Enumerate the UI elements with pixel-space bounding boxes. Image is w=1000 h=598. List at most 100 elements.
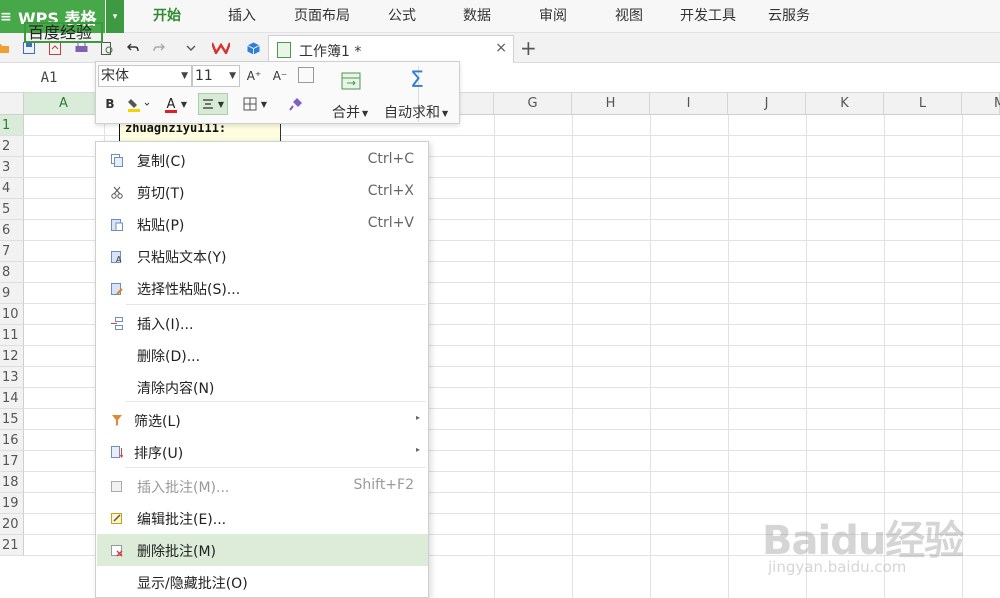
column-header[interactable]: M — [962, 93, 1000, 115]
tab-page-layout[interactable]: 页面布局 — [290, 0, 354, 33]
customize-icon[interactable] — [184, 41, 198, 55]
wps-logo-icon[interactable] — [212, 41, 230, 55]
save-icon[interactable] — [22, 41, 36, 55]
tab-cloud[interactable]: 云服务 — [765, 0, 813, 33]
menu-item[interactable]: 删除批注(M) — [97, 534, 428, 566]
column-header[interactable]: K — [806, 93, 884, 115]
paste-text-icon: A — [110, 249, 124, 263]
row-header[interactable]: 5 — [0, 199, 24, 220]
menu-item[interactable]: 复制(C) Ctrl+C — [97, 144, 428, 176]
row-header[interactable]: 3 — [0, 157, 24, 178]
cube-icon[interactable] — [246, 41, 260, 55]
cell-a1[interactable]: 百度经验 — [24, 22, 103, 43]
font-color-button[interactable]: A ▼ — [162, 93, 190, 115]
menu-item[interactable]: 筛选(L) ▸ — [97, 404, 428, 436]
shrink-font-button[interactable]: A⁻ — [270, 65, 290, 87]
row-header[interactable]: 6 — [0, 220, 24, 241]
document-tab[interactable]: 工作簿1 * × — [268, 35, 514, 63]
row-header[interactable]: 11 — [0, 325, 24, 346]
row-header[interactable]: 4 — [0, 178, 24, 199]
spreadsheet-icon — [277, 42, 291, 58]
align-center-button[interactable]: ▼ — [198, 93, 228, 115]
fill-color-button[interactable] — [126, 93, 152, 115]
menu-item[interactable]: 清除内容(N) — [97, 371, 428, 403]
row-header[interactable]: 18 — [0, 472, 24, 493]
menu-item-label: 编辑批注(E)... — [137, 512, 227, 528]
select-all-corner[interactable] — [0, 93, 24, 115]
grid-column-line — [650, 115, 651, 598]
row-header[interactable]: 9 — [0, 283, 24, 304]
app-dropdown-button[interactable]: ▾ — [106, 0, 124, 33]
bold-button[interactable]: B — [102, 93, 118, 115]
menu-bar: ≡ WPS 表格 ▾ 开始 插入 页面布局 公式 数据 审阅 视图 开发工具 云… — [0, 0, 1000, 33]
watermark-url: jingyan.baidu.com — [768, 558, 907, 576]
menu-item[interactable]: 选择性粘贴(S)... — [97, 272, 428, 304]
borders-button[interactable]: ▼ — [238, 93, 272, 115]
column-header[interactable]: J — [728, 93, 806, 115]
menu-item-label: 删除(D)... — [137, 349, 201, 365]
row-header[interactable]: 19 — [0, 493, 24, 514]
tab-insert[interactable]: 插入 — [225, 0, 259, 33]
menu-item[interactable]: 剪切(T) Ctrl+X — [97, 176, 428, 208]
print-icon[interactable] — [74, 41, 88, 55]
row-header[interactable]: 15 — [0, 409, 24, 430]
menu-item[interactable]: 显示/隐藏批注(O) — [97, 566, 428, 598]
row-header[interactable]: 17 — [0, 451, 24, 472]
menu-item[interactable]: A 只粘贴文本(Y) — [97, 240, 428, 272]
row-header[interactable]: 21 — [0, 535, 24, 556]
row-header[interactable]: 7 — [0, 241, 24, 262]
row-header[interactable]: 14 — [0, 388, 24, 409]
redo-icon[interactable] — [152, 41, 166, 55]
tab-home[interactable]: 开始 — [148, 0, 186, 33]
format-painter-button[interactable] — [286, 93, 306, 115]
merge-cells-icon[interactable] — [340, 70, 362, 92]
menu-item[interactable]: 粘贴(P) Ctrl+V — [97, 208, 428, 240]
menu-item-shortcut: Ctrl+V — [367, 215, 414, 231]
name-box[interactable]: A1 — [0, 63, 98, 93]
menu-item-label: 删除批注(M) — [137, 544, 217, 560]
export-icon[interactable] — [48, 41, 62, 55]
undo-icon[interactable] — [126, 41, 140, 55]
font-name-select[interactable]: 宋体 ▼ — [98, 65, 192, 87]
clear-format-icon[interactable] — [298, 67, 314, 83]
tab-formulas[interactable]: 公式 — [385, 0, 419, 33]
row-header[interactable]: 8 — [0, 262, 24, 283]
menu-item[interactable]: 删除(D)... — [97, 339, 428, 371]
open-icon[interactable] — [0, 41, 10, 55]
borders-icon — [243, 97, 257, 111]
row-header[interactable]: 12 — [0, 346, 24, 367]
font-size-select[interactable]: 11 ▼ — [192, 65, 240, 87]
sigma-icon[interactable]: Σ — [406, 68, 428, 93]
tab-review[interactable]: 审阅 — [536, 0, 570, 33]
menu-item[interactable]: 插入(I)... — [97, 307, 428, 339]
row-header[interactable]: 16 — [0, 430, 24, 451]
row-header[interactable]: 10 — [0, 304, 24, 325]
tab-developer[interactable]: 开发工具 — [677, 0, 739, 33]
column-header[interactable]: A — [24, 93, 104, 115]
print-preview-icon[interactable] — [100, 41, 114, 55]
row-header[interactable]: 1 — [0, 115, 24, 136]
tab-view[interactable]: 视图 — [612, 0, 646, 33]
menu-item[interactable]: 编辑批注(E)... — [97, 502, 428, 534]
menu-item: 插入批注(M)... Shift+F2 — [97, 470, 428, 502]
column-header[interactable]: H — [572, 93, 650, 115]
autosum-button[interactable]: 自动求和 ▼ — [384, 102, 448, 122]
column-header[interactable]: L — [884, 93, 962, 115]
menu-item-label: 筛选(L) — [134, 414, 181, 430]
row-header[interactable]: 13 — [0, 367, 24, 388]
baidu-watermark: Baidu经验 jingyan.baidu.com — [762, 500, 992, 590]
menu-item-label: 排序(U) — [134, 446, 184, 462]
row-header[interactable]: 20 — [0, 514, 24, 535]
align-center-icon — [202, 99, 213, 109]
column-header[interactable]: I — [650, 93, 728, 115]
close-icon[interactable]: × — [495, 40, 507, 56]
column-header[interactable]: G — [494, 93, 572, 115]
merge-button[interactable]: 合并 ▼ — [332, 102, 368, 122]
menu-item-label: 插入(I)... — [137, 317, 194, 333]
row-header[interactable]: 2 — [0, 136, 24, 157]
tab-data[interactable]: 数据 — [460, 0, 494, 33]
grow-font-button[interactable]: A⁺ — [244, 65, 264, 87]
menu-item[interactable]: 排序(U) ▸ — [97, 436, 428, 468]
new-tab-button[interactable]: + — [520, 36, 537, 60]
autosum-label: 自动求和 — [384, 105, 440, 121]
